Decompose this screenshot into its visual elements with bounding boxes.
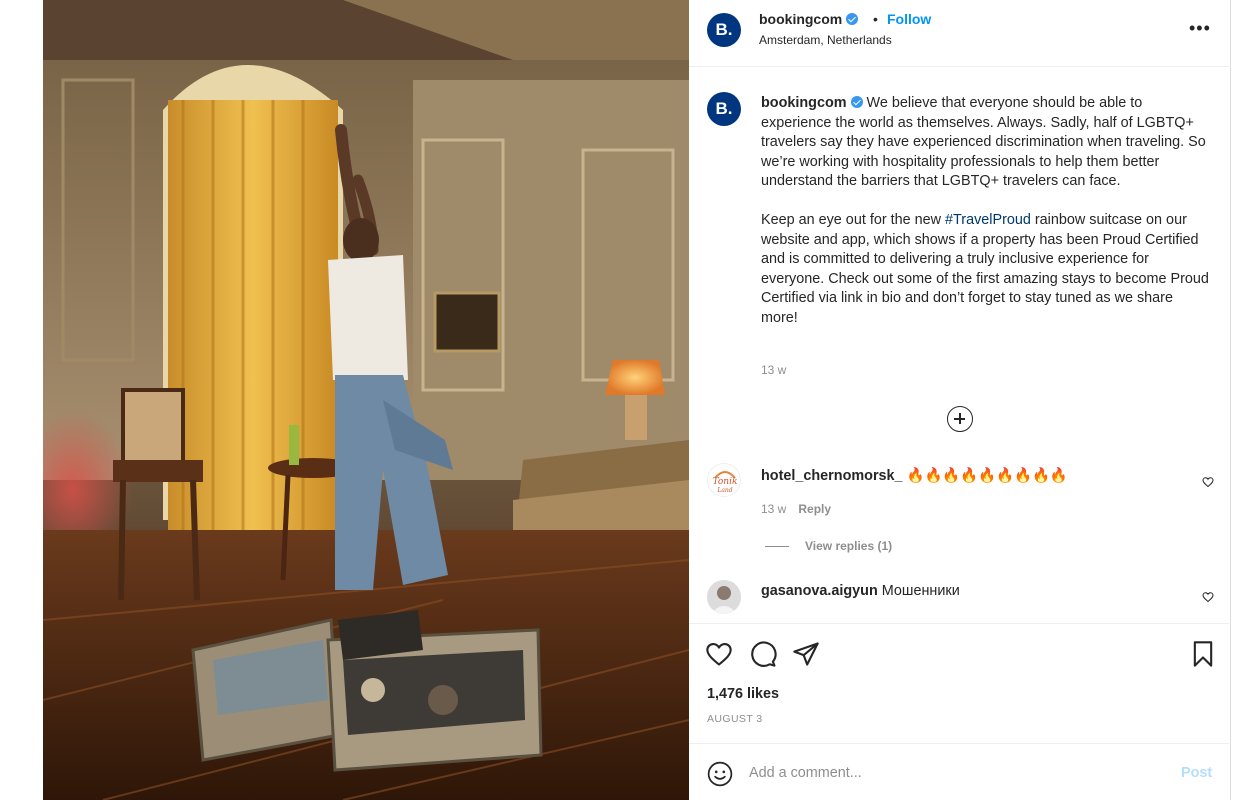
header-username[interactable]: bookingcom [759, 11, 859, 27]
load-more-comments-icon[interactable] [947, 406, 973, 432]
like-heart-icon[interactable] [705, 640, 733, 668]
user-photo-icon [707, 580, 741, 614]
comment-avatar[interactable] [707, 580, 741, 614]
comment-username[interactable]: hotel_chernomorsk_ [761, 468, 903, 484]
save-bookmark-icon[interactable] [1189, 640, 1217, 668]
post-photo[interactable] [43, 0, 689, 800]
tonik-land-logo-icon: Tonik Land [713, 471, 738, 494]
view-replies-button[interactable]: View replies (1) [765, 539, 892, 553]
verified-badge-icon [850, 96, 863, 108]
post-actions: 1,476 likes AUGUST 3 [689, 623, 1231, 743]
caption-avatar-letter: B. [715, 99, 733, 118]
caption-timestamp[interactable]: 13 w [761, 363, 786, 377]
comment-avatar[interactable]: Tonik Land [707, 463, 741, 497]
reply-button[interactable]: Reply [798, 502, 831, 516]
comment-timestamp[interactable]: 13 w [761, 502, 786, 516]
comment-username[interactable]: gasanova.aigyun [761, 583, 878, 599]
comment-text: gasanova.aigyun Мошенники [761, 583, 960, 599]
separator-dot: • [873, 11, 878, 27]
caption-username[interactable]: bookingcom [761, 95, 863, 111]
post-header: B. bookingcom • Follow Amsterdam, Nether… [689, 0, 1231, 67]
add-comment-input[interactable] [749, 758, 1149, 788]
comment-bubble-icon[interactable] [749, 640, 777, 668]
svg-text:Tonik: Tonik [713, 477, 738, 487]
comment-meta: 13 w Reply [761, 502, 831, 516]
caption-username-text: bookingcom [761, 95, 847, 111]
comment-text: hotel_chernomorsk_ 🔥🔥🔥🔥🔥🔥🔥🔥🔥 [761, 467, 1068, 484]
svg-text:Land: Land [716, 487, 732, 494]
comment-body: Мошенники [881, 583, 960, 599]
comment-body: 🔥🔥🔥🔥🔥🔥🔥🔥🔥 [906, 468, 1068, 484]
follow-button[interactable]: Follow [887, 11, 931, 27]
hotel-room-image [43, 0, 689, 800]
like-comment-heart-icon[interactable] [1202, 476, 1214, 488]
post-comment-button[interactable]: Post [1181, 765, 1212, 781]
caption-avatar[interactable]: B. [707, 92, 741, 126]
avatar[interactable]: B. [707, 13, 741, 47]
like-comment-heart-icon[interactable] [1202, 591, 1214, 603]
right-margin [1231, 0, 1260, 800]
verified-badge-icon [846, 13, 859, 25]
header-username-text: bookingcom [759, 11, 843, 27]
add-comment-bar: Post [689, 743, 1231, 800]
likes-count[interactable]: 1,476 likes [707, 686, 779, 702]
post-details-panel: B. bookingcom • Follow Amsterdam, Nether… [689, 0, 1231, 800]
caption-paragraph-2-start: Keep an eye out for the new [761, 212, 946, 228]
emoji-smiley-icon[interactable] [707, 761, 733, 787]
caption-text: bookingcom We believe that everyone shou… [761, 94, 1211, 328]
hashtag-link[interactable]: #TravelProud [945, 212, 1031, 228]
location-link[interactable]: Amsterdam, Netherlands [759, 33, 892, 47]
post-date[interactable]: AUGUST 3 [707, 713, 763, 725]
share-paper-plane-icon[interactable] [792, 640, 820, 668]
caption-paragraph-2-end: rainbow suitcase on our website and app,… [761, 212, 1209, 326]
more-options-icon[interactable]: ••• [1189, 18, 1211, 39]
avatar-letter: B. [715, 20, 733, 39]
